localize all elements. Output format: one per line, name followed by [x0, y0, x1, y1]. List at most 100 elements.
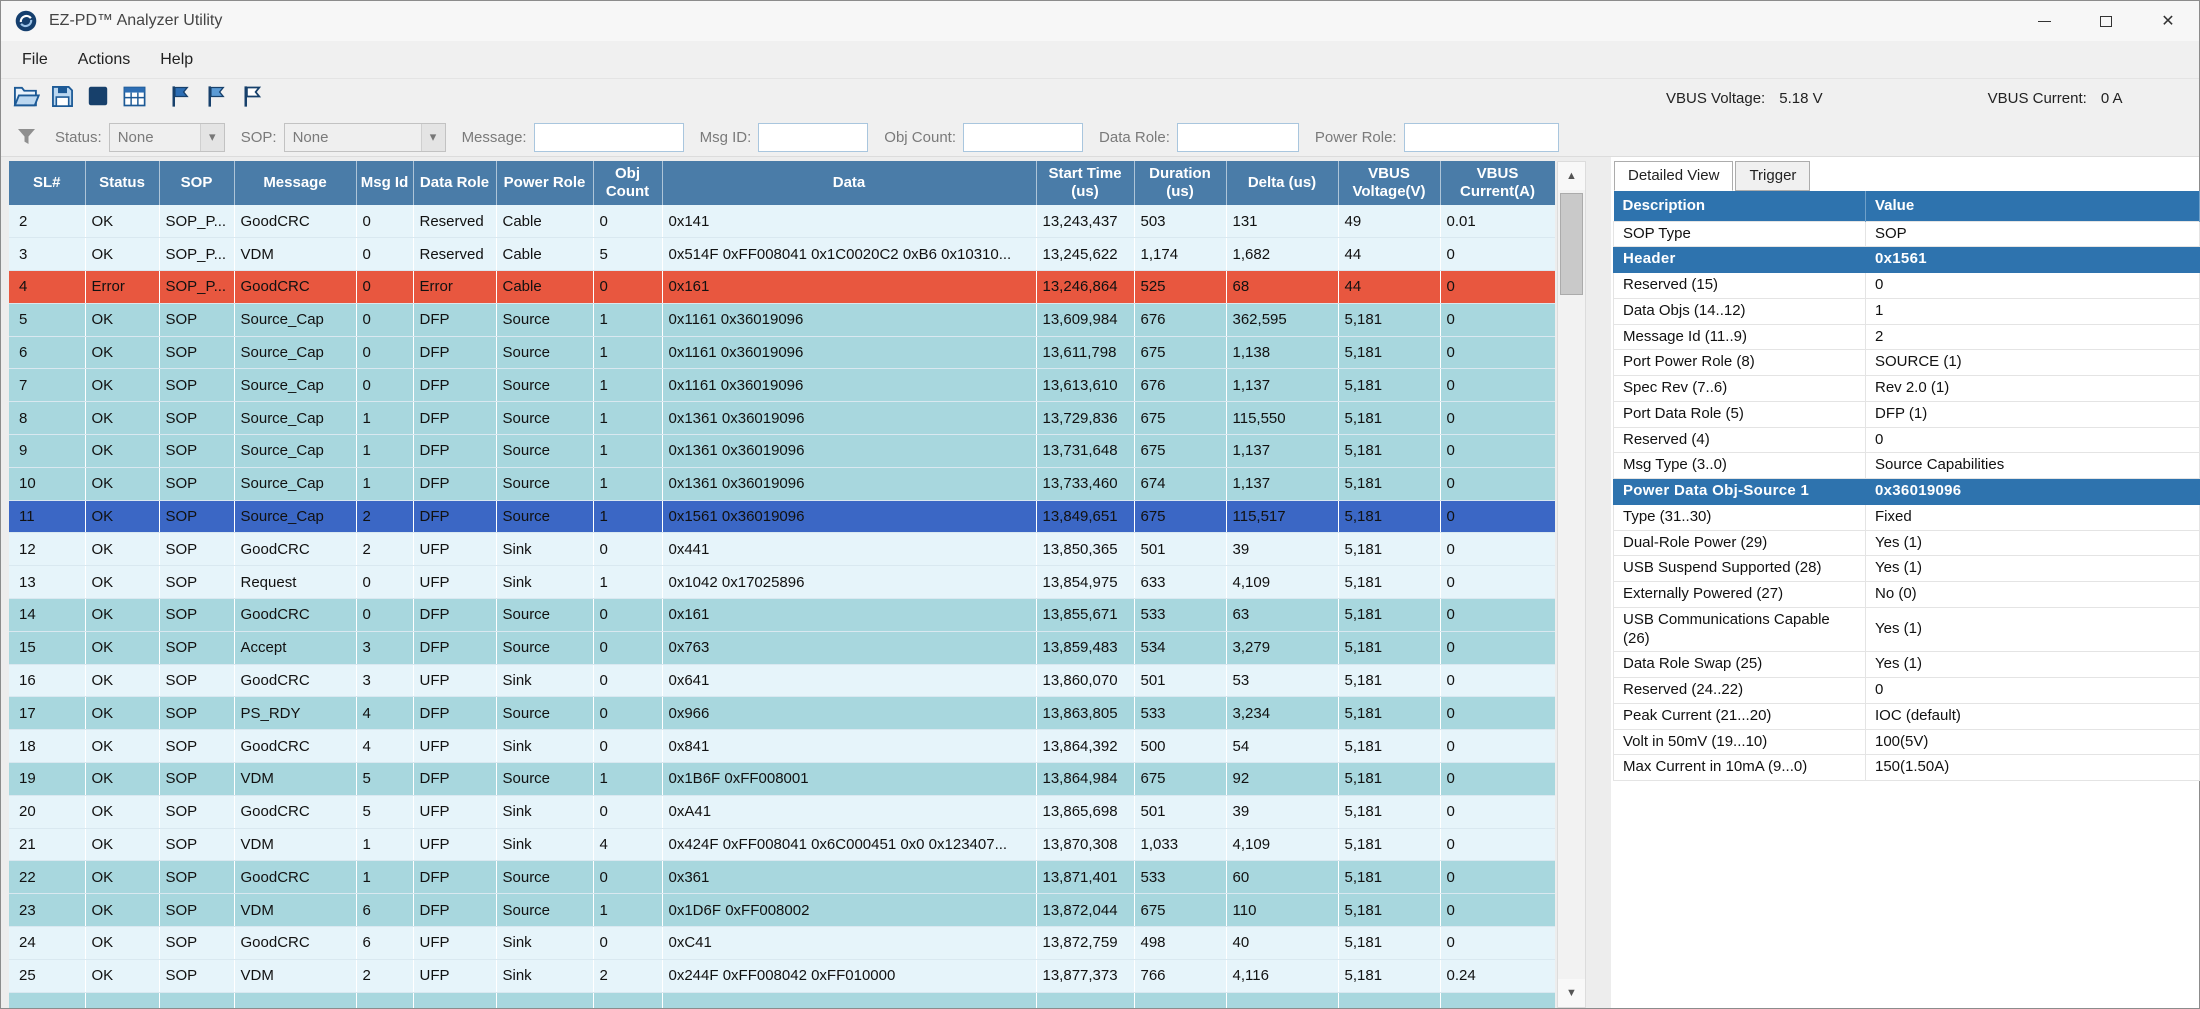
flag-button-2[interactable] — [199, 82, 233, 116]
scroll-down-button[interactable]: ▼ — [1558, 979, 1585, 1007]
column-header[interactable]: Data Role — [413, 161, 497, 205]
message-filter-input[interactable] — [533, 122, 684, 152]
packet-row[interactable]: 4 Error SOP_P... GoodCRC 0 Error Cable 0 0x161 13… — [9, 270, 1555, 304]
save-button[interactable] — [45, 82, 79, 116]
status-filter-dropdown[interactable]: None ▾ — [108, 122, 225, 152]
packet-cell: Source_Cap — [234, 303, 357, 337]
packet-cell: 2 — [593, 959, 663, 993]
packet-cell: 4 — [356, 729, 414, 764]
stop-capture-button[interactable] — [81, 82, 115, 116]
packet-row[interactable]: 12 OK SOP GoodCRC 2 UFP Sink 0 0x441 13,850,365 50… — [9, 532, 1555, 567]
packet-cell: 0 — [356, 237, 414, 272]
maximize-button[interactable] — [2075, 1, 2137, 41]
packet-cell: Sink — [496, 664, 594, 698]
tab-detailed-view[interactable]: Detailed View — [1614, 161, 1734, 191]
detail-value-header: Value — [1865, 191, 2200, 221]
tab-trigger[interactable]: Trigger — [1735, 161, 1811, 191]
packet-cell: 4,109 — [1226, 828, 1339, 862]
packet-cell: 5 — [356, 762, 414, 796]
column-header[interactable]: Start Time (us) — [1036, 161, 1135, 205]
column-header[interactable]: VBUS Current(A) — [1440, 161, 1555, 205]
packet-row[interactable]: 2 OK SOP_P... GoodCRC 0 Reserved Cable 0 0x141 13… — [9, 205, 1555, 239]
packet-row[interactable]: 18 OK SOP GoodCRC 4 UFP Sink 0 0x841 13,864,392 50… — [9, 729, 1555, 764]
export-grid-button[interactable] — [117, 82, 151, 116]
scroll-up-button[interactable]: ▲ — [1558, 162, 1585, 190]
packet-row[interactable]: 19 OK SOP VDM 5 DFP Source 1 0x1B6F 0xFF008001 13… — [9, 762, 1555, 796]
packet-cell: 13,865,698 — [1036, 795, 1135, 829]
detail-row: USB Suspend Supported (28) Yes (1) — [1613, 555, 2200, 582]
packet-row[interactable]: 23 OK SOP VDM 6 DFP Source 1 0x1D6F 0xFF008002 13… — [9, 893, 1555, 928]
column-header[interactable]: Power Role — [496, 161, 594, 205]
packet-cell: 0 — [1440, 664, 1555, 698]
packet-cell: Error — [85, 270, 160, 304]
packet-cell: 0x1161 0x36019096 — [662, 303, 1037, 337]
power-role-filter-input[interactable] — [1403, 122, 1559, 152]
column-header[interactable]: Msg Id — [356, 161, 414, 205]
minimize-button[interactable] — [2013, 1, 2075, 41]
column-header[interactable]: Status — [85, 161, 160, 205]
column-header[interactable]: Data — [662, 161, 1037, 205]
packet-header-row: SL# Status SOP Message Msg Id Data Role Power … — [9, 161, 1555, 205]
detail-description: Externally Powered (27) — [1613, 581, 1866, 608]
packet-row[interactable]: 6 OK SOP Source_Cap 0 DFP Source 1 0x1161 0x3601… — [9, 336, 1555, 370]
flag-button-1[interactable] — [163, 82, 197, 116]
menu-file[interactable]: File — [7, 41, 63, 79]
packet-cell: 533 — [1134, 860, 1227, 895]
packet-row[interactable]: 15 OK SOP Accept 3 DFP Source 0 0x763 13,859,483 5… — [9, 631, 1555, 665]
column-header[interactable]: SOP — [159, 161, 235, 205]
packet-row[interactable]: 17 OK SOP PS_RDY 4 DFP Source 0 0x966 13,863,805 5… — [9, 696, 1555, 731]
close-button[interactable]: ✕ — [2137, 1, 2199, 41]
sop-filter-dropdown[interactable]: None ▾ — [283, 122, 446, 152]
packet-row[interactable]: 14 OK SOP GoodCRC 0 DFP Source 0 0x161 13,855,671… — [9, 598, 1555, 632]
packet-row[interactable]: 7 OK SOP Source_Cap 0 DFP Source 1 0x1161 0x3601… — [9, 368, 1555, 403]
packet-row[interactable]: 13 OK SOP Request 0 UFP Sink 1 0x1042 0x17025896… — [9, 565, 1555, 600]
packet-row[interactable]: 24 OK SOP GoodCRC 6 UFP Sink 0 0xC41 13,872,759 49… — [9, 926, 1555, 960]
packet-row[interactable]: 3 OK SOP_P... VDM 0 Reserved Cable 5 0x514F 0xFF… — [9, 237, 1555, 272]
packet-cell: 6 — [9, 336, 86, 370]
scrollbar-thumb[interactable] — [1560, 193, 1583, 295]
packet-cell: 5,181 — [1338, 696, 1441, 731]
packet-row[interactable]: 10 OK SOP Source_Cap 1 DFP Source 1 0x1361 0x360… — [9, 467, 1555, 501]
detail-description: Reserved (4) — [1613, 426, 1866, 454]
packet-row[interactable]: 21 OK SOP VDM 1 UFP Sink 4 0x424F 0xFF008041 0x6… — [9, 828, 1555, 862]
packet-cell: OK — [85, 467, 160, 501]
packet-cell: OK — [85, 631, 160, 665]
menu-help[interactable]: Help — [145, 41, 208, 79]
packet-row[interactable]: 11 OK SOP Source_Cap 2 DFP Source 1 0x1561 0x360… — [9, 500, 1555, 534]
packet-cell: 5,181 — [1338, 401, 1441, 436]
packet-row[interactable]: 5 OK SOP Source_Cap 0 DFP Source 1 0x1161 0x3601… — [9, 303, 1555, 337]
packet-cell: 1,682 — [1226, 237, 1339, 272]
packet-cell: 0 — [1440, 368, 1555, 403]
obj-count-filter-input[interactable] — [963, 122, 1084, 152]
column-header[interactable]: Obj Count — [593, 161, 663, 205]
column-header[interactable]: Delta (us) — [1226, 161, 1339, 205]
packet-cell: 0 — [1440, 631, 1555, 665]
flag-button-3[interactable] — [235, 82, 269, 116]
packet-row[interactable]: 8 OK SOP Source_Cap 1 DFP Source 1 0x1361 0x3601… — [9, 401, 1555, 436]
packet-cell: Cable — [496, 205, 594, 239]
column-header[interactable]: VBUS Voltage(V) — [1338, 161, 1441, 205]
column-header[interactable]: Duration (us) — [1134, 161, 1227, 205]
packet-cell: 13,243,437 — [1036, 205, 1135, 239]
menu-actions[interactable]: Actions — [63, 41, 145, 79]
packet-cell: 4 — [356, 696, 414, 731]
packet-row[interactable] — [9, 992, 1555, 1008]
packet-row[interactable]: 25 OK SOP VDM 2 UFP Sink 2 0x244F 0xFF008042 0xF… — [9, 959, 1555, 993]
detail-description: Dual-Role Power (29) — [1613, 529, 1866, 557]
packet-cell: 60 — [1226, 860, 1339, 895]
packet-row[interactable]: 22 OK SOP GoodCRC 1 DFP Source 0 0x361 13,871,401… — [9, 860, 1555, 895]
packet-cell: 0x161 — [662, 270, 1037, 304]
detail-tabs: Detailed View Trigger — [1611, 157, 2199, 191]
vertical-scrollbar[interactable]: ▲ ▼ — [1557, 161, 1586, 1008]
packet-row[interactable]: 9 OK SOP Source_Cap 1 DFP Source 1 0x1361 0x3601… — [9, 434, 1555, 468]
packet-row[interactable]: 16 OK SOP GoodCRC 3 UFP Sink 0 0x641 13,860,070 50… — [9, 664, 1555, 698]
column-header[interactable]: SL# — [9, 161, 86, 205]
detail-description: Max Current in 10mA (9...0) — [1613, 754, 1866, 781]
data-role-filter-input[interactable] — [1176, 122, 1299, 152]
detail-description: Power Data Obj-Source 1 — [1613, 478, 1866, 505]
packet-cell: 0 — [593, 598, 663, 632]
column-header[interactable]: Message — [234, 161, 357, 205]
open-file-button[interactable] — [9, 82, 43, 116]
packet-row[interactable]: 20 OK SOP GoodCRC 5 UFP Sink 0 0xA41 13,865,698 50… — [9, 795, 1555, 829]
msg-id-filter-input[interactable] — [758, 122, 869, 152]
